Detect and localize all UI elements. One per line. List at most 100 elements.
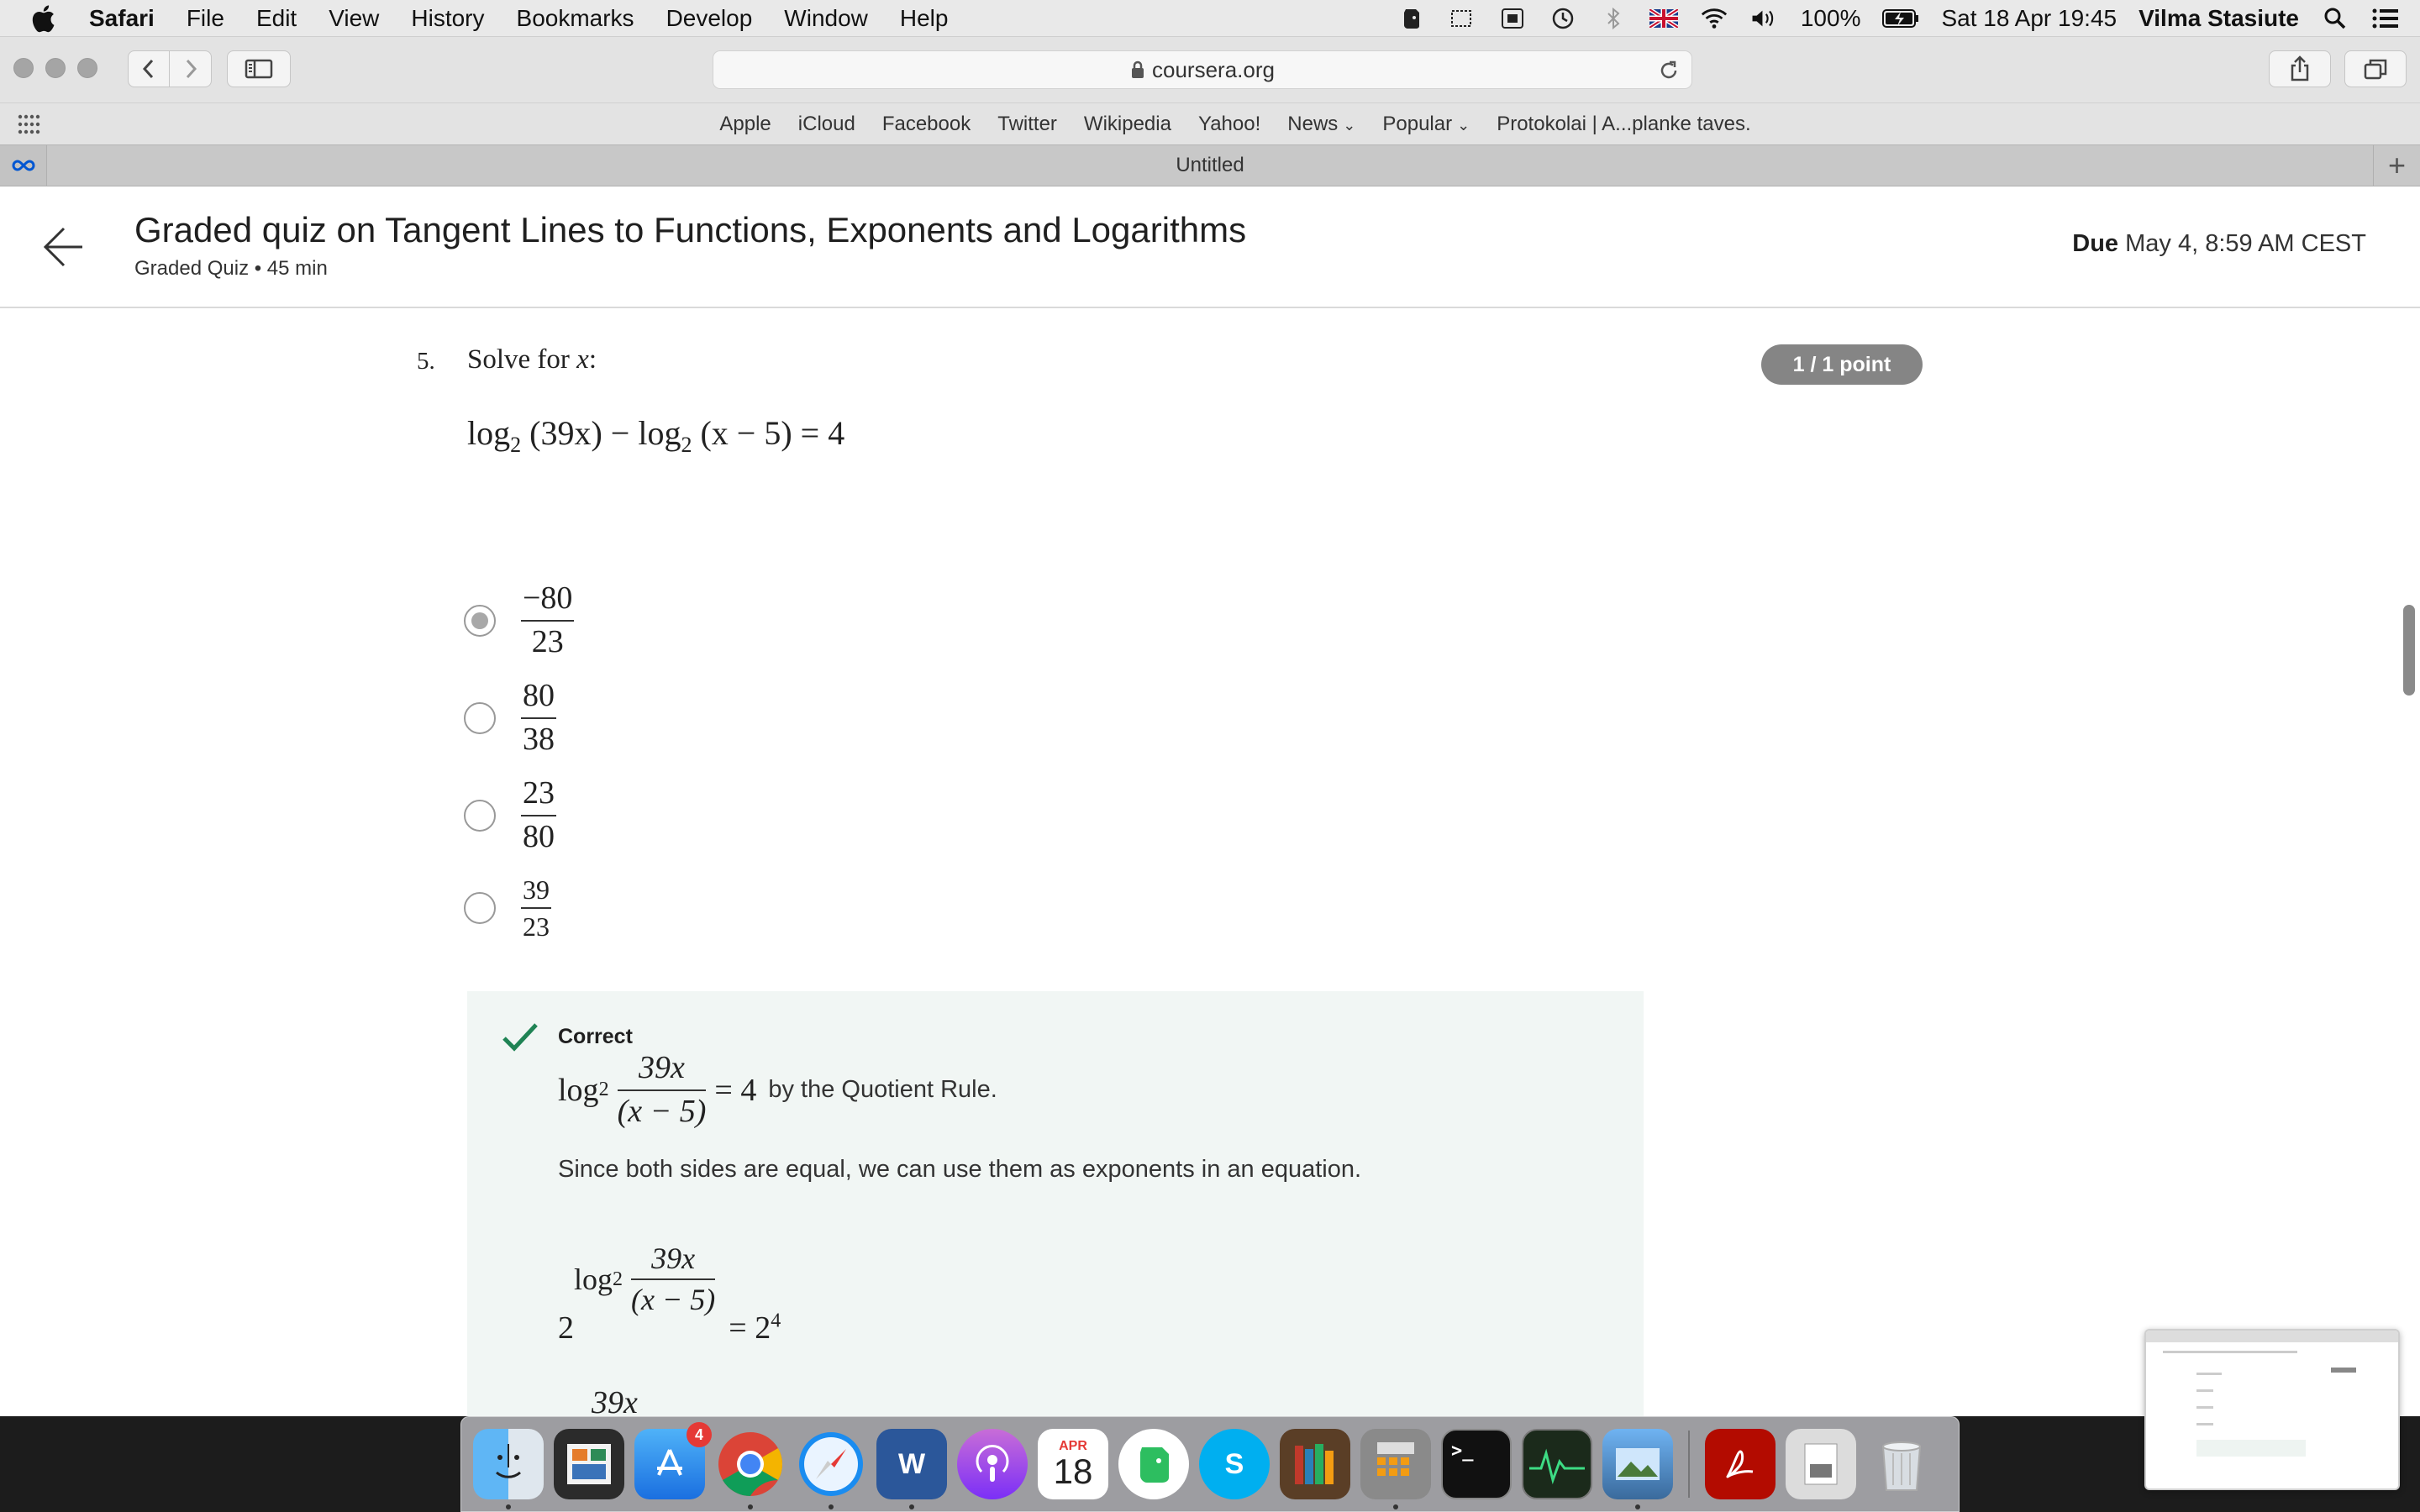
favorite-yahoo[interactable]: Yahoo! [1198, 113, 1260, 136]
favorite-facebook[interactable]: Facebook [882, 113, 971, 136]
minimize-window-button[interactable] [45, 58, 66, 78]
menu-user-name[interactable]: Vilma Stasiute [2139, 5, 2299, 32]
back-arrow-icon[interactable] [40, 222, 87, 272]
favorite-twitter[interactable]: Twitter [997, 113, 1057, 136]
menu-clock[interactable]: Sat 18 Apr 19:45 [1941, 5, 2117, 32]
favorite-news-folder[interactable]: News ⌄ [1287, 113, 1355, 136]
word-icon[interactable]: W [876, 1429, 947, 1509]
eq-base-1: 2 [510, 433, 522, 457]
eq-rhs: = 4 [800, 414, 845, 452]
menu-help[interactable]: Help [900, 5, 949, 32]
back-button[interactable] [128, 50, 170, 87]
menu-bookmarks[interactable]: Bookmarks [517, 5, 634, 32]
radio-button[interactable] [464, 799, 496, 832]
quiz-header: Graded quiz on Tangent Lines to Function… [0, 186, 2420, 308]
feedback-quotient-rule: log 2 39x (x − 5) = 4 by the Quotient Rul… [558, 1050, 997, 1130]
radio-button-selected[interactable] [464, 604, 496, 637]
app-store-icon[interactable]: 4 [634, 1422, 712, 1499]
calibre-icon[interactable] [1280, 1429, 1350, 1499]
fb2-rhs: = 24 [729, 1310, 781, 1347]
fb1-base: 2 [598, 1079, 609, 1101]
menu-edit[interactable]: Edit [256, 5, 297, 32]
eq-base-2: 2 [681, 433, 692, 457]
fb2-log: log [574, 1263, 613, 1297]
fb1-log: log [558, 1072, 599, 1108]
page-scrollbar-thumb[interactable] [2403, 605, 2415, 696]
chevron-down-icon: ⌄ [1343, 117, 1356, 134]
acrobat-icon[interactable] [1705, 1429, 1776, 1499]
safari-icon[interactable] [796, 1429, 866, 1509]
display-status-icon[interactable] [1498, 6, 1527, 31]
skype-icon[interactable]: S [1199, 1429, 1270, 1499]
fb1-text: by the Quotient Rule. [768, 1076, 997, 1104]
preview-icon[interactable] [1602, 1429, 1673, 1509]
reload-icon[interactable] [1656, 58, 1681, 83]
option-fraction: 23 80 [521, 774, 556, 856]
address-bar[interactable]: coursera.org [713, 50, 1692, 89]
share-button[interactable] [2269, 50, 2331, 87]
volume-icon[interactable] [1750, 6, 1779, 31]
menu-history[interactable]: History [411, 5, 484, 32]
menu-view[interactable]: View [329, 5, 379, 32]
points-badge: 1 / 1 point [1761, 344, 1923, 385]
menu-app-name[interactable]: Safari [89, 5, 155, 32]
calculator-icon[interactable] [1360, 1429, 1431, 1509]
spotlight-search-icon[interactable] [2321, 6, 2349, 31]
chrome-icon[interactable] [715, 1429, 786, 1509]
radio-button[interactable] [464, 701, 496, 734]
zoom-window-button[interactable] [77, 58, 97, 78]
lock-icon [1130, 60, 1145, 79]
favorite-icloud[interactable]: iCloud [798, 113, 855, 136]
favorite-popular-folder[interactable]: Popular ⌄ [1382, 113, 1470, 136]
fb2-exponent: log 2 39x (x − 5) [574, 1242, 723, 1318]
finder-icon[interactable] [473, 1429, 544, 1509]
sidebar-toggle-button[interactable] [227, 50, 291, 87]
favorite-wikipedia[interactable]: Wikipedia [1084, 113, 1171, 136]
quiz-title: Graded quiz on Tangent Lines to Function… [134, 210, 1247, 249]
time-machine-icon[interactable] [1549, 6, 1577, 31]
new-tab-button[interactable]: + [2373, 145, 2420, 186]
page-scrollbar[interactable] [2402, 308, 2420, 1417]
tabs-overview-icon [2364, 59, 2387, 80]
favorite-protokolai[interactable]: Protokolai | A...planke taves. [1497, 113, 1750, 136]
option-numerator: −80 [523, 580, 573, 616]
photo-app-icon[interactable] [554, 1429, 624, 1499]
answer-option-1[interactable]: −80 23 [464, 580, 575, 661]
share-icon [2291, 55, 2309, 81]
option-denominator: 80 [523, 818, 555, 854]
chevron-right-icon [186, 59, 197, 79]
show-tabs-button[interactable] [2344, 50, 2407, 87]
activity-monitor-icon[interactable] [1522, 1429, 1592, 1499]
question-prompt-text: Solve for [467, 344, 570, 375]
pinned-tab-coursera[interactable] [0, 145, 47, 186]
tab-title[interactable]: Untitled [47, 145, 2373, 186]
battery-charging-icon[interactable] [1882, 6, 1919, 31]
answer-option-3[interactable]: 23 80 [464, 774, 556, 856]
podcasts-icon[interactable] [957, 1429, 1028, 1499]
input-source-flag-icon[interactable] [1649, 6, 1678, 31]
close-window-button[interactable] [13, 58, 34, 78]
forward-button[interactable] [170, 50, 212, 87]
evernote-status-icon[interactable] [1397, 6, 1426, 31]
answer-option-4[interactable]: 39 23 [464, 874, 551, 943]
eq-arg-2: (x − 5) [700, 414, 792, 452]
wifi-icon[interactable] [1700, 6, 1728, 31]
bluetooth-icon[interactable] [1599, 6, 1628, 31]
menu-develop[interactable]: Develop [666, 5, 753, 32]
calendar-icon[interactable]: APR 18 [1038, 1429, 1108, 1499]
screenshot-thumbnail[interactable] [2144, 1329, 2400, 1490]
document-stack-icon[interactable] [1786, 1429, 1856, 1499]
menu-file[interactable]: File [187, 5, 224, 32]
fb1-rhs: = 4 [714, 1072, 757, 1108]
radio-button[interactable] [464, 892, 496, 925]
evernote-icon[interactable] [1118, 1429, 1189, 1499]
answer-option-2[interactable]: 80 38 [464, 677, 556, 759]
menu-window[interactable]: Window [784, 5, 868, 32]
fb2-denominator: (x − 5) [631, 1283, 716, 1317]
terminal-icon[interactable]: >_ [1441, 1429, 1512, 1499]
apple-menu-icon[interactable] [30, 4, 64, 33]
favorite-apple[interactable]: Apple [719, 113, 771, 136]
screenshot-status-icon[interactable] [1448, 6, 1476, 31]
notification-center-icon[interactable] [2371, 6, 2400, 31]
trash-icon[interactable] [1866, 1429, 1937, 1499]
